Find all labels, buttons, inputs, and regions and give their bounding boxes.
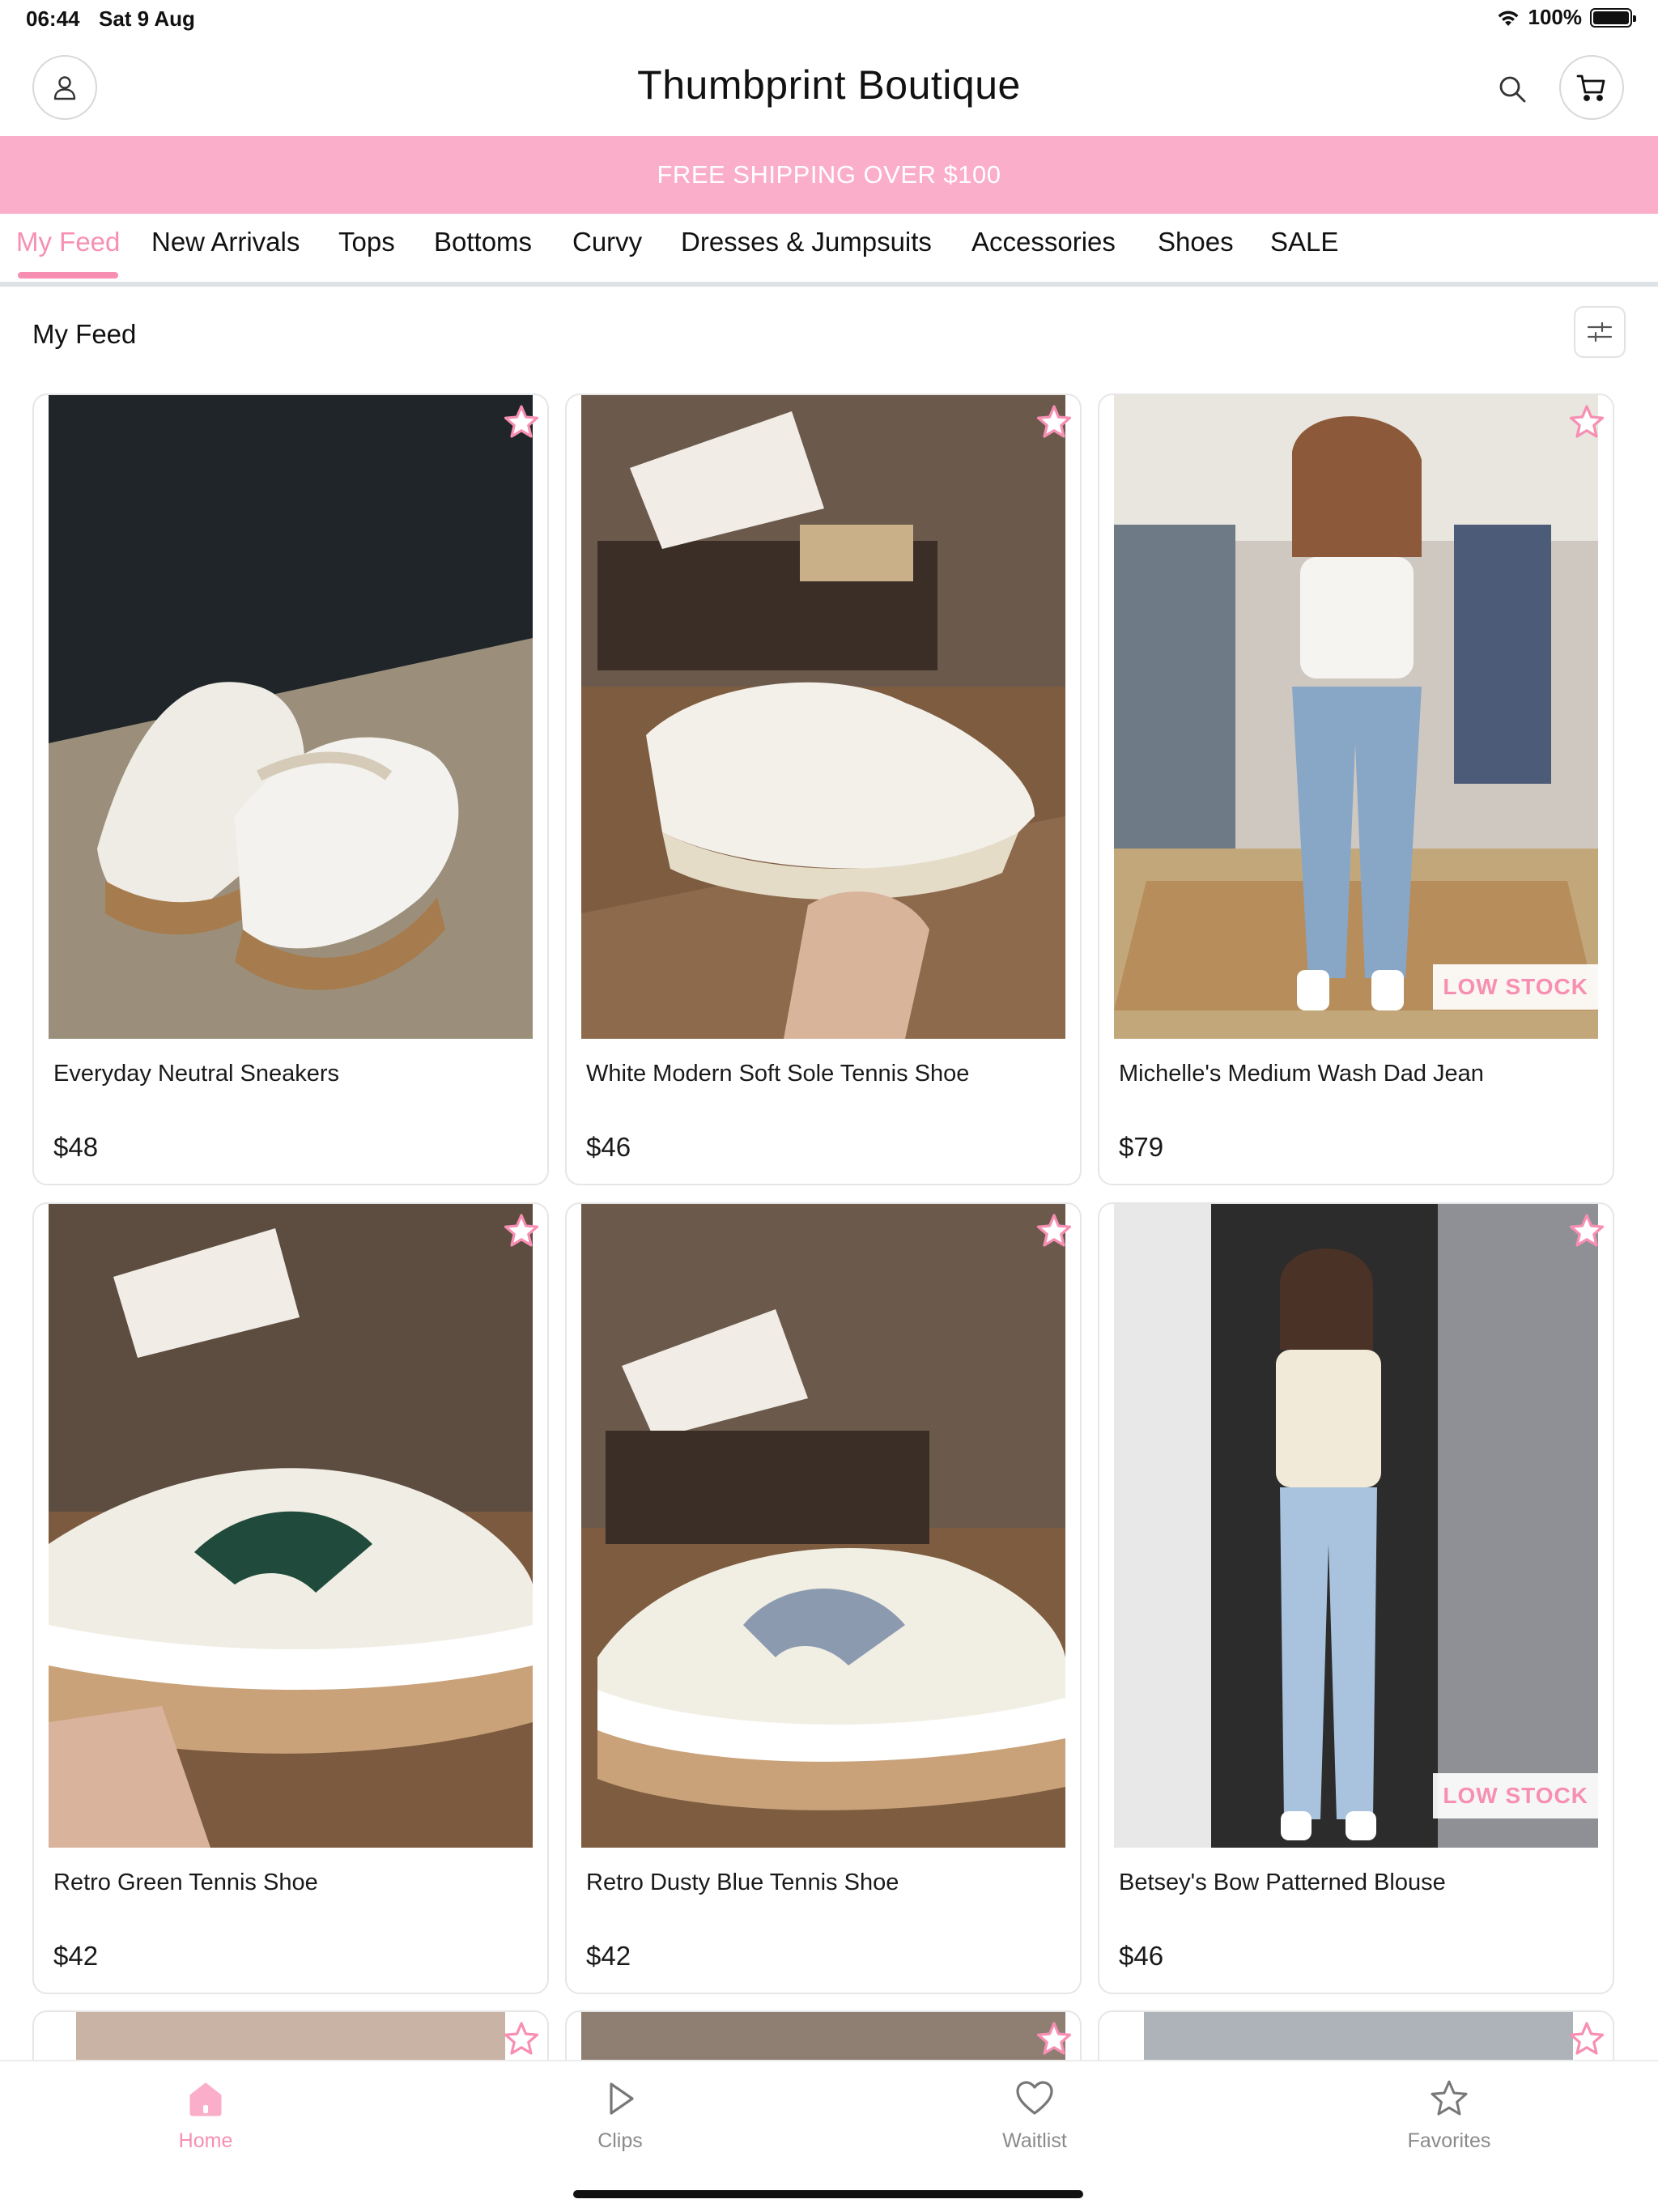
sliders-icon <box>1587 321 1613 342</box>
brand-title: Thumbprint Boutique <box>637 62 1021 108</box>
favorite-star-icon[interactable] <box>1567 403 1606 442</box>
status-time: 06:44 <box>26 6 80 31</box>
tab-my-feed[interactable]: My Feed <box>16 227 120 257</box>
favorite-star-icon[interactable] <box>1567 2020 1606 2059</box>
favorite-star-icon[interactable] <box>1035 1212 1073 1251</box>
section-title: My Feed <box>32 319 137 349</box>
product-price: $46 <box>586 1132 631 1162</box>
promo-banner[interactable]: FREE SHIPPING OVER $100 <box>0 136 1658 214</box>
product-name[interactable]: White Modern Soft Sole Tennis Shoe <box>586 1061 969 1087</box>
product-price: $79 <box>1119 1132 1164 1162</box>
product-card[interactable]: LOW STOCK Michelle's Medium Wash Dad Jea… <box>1098 393 1614 1185</box>
tab-curvy[interactable]: Curvy <box>572 227 642 257</box>
product-price: $48 <box>53 1132 99 1162</box>
tab-clips-label: Clips <box>597 2129 643 2152</box>
battery-icon <box>1590 7 1636 28</box>
tab-new-arrivals[interactable]: New Arrivals <box>151 227 300 257</box>
tab-favorites[interactable]: Favorites <box>1352 2078 1546 2153</box>
tab-tops[interactable]: Tops <box>338 227 395 257</box>
battery-percent: 100% <box>1528 5 1583 29</box>
product-image[interactable] <box>1114 1204 1598 1848</box>
tab-favorites-label: Favorites <box>1407 2129 1491 2152</box>
promo-banner-text: FREE SHIPPING OVER $100 <box>657 160 1001 189</box>
heart-icon <box>1016 2081 1053 2115</box>
product-image[interactable] <box>49 1204 533 1848</box>
wifi-icon <box>1498 11 1518 26</box>
product-price: $42 <box>586 1941 631 1971</box>
low-stock-badge-label: LOW STOCK <box>1443 1783 1588 1808</box>
favorite-star-icon[interactable] <box>1567 1212 1606 1251</box>
product-name[interactable]: Retro Green Tennis Shoe <box>53 1870 318 1896</box>
favorite-star-icon[interactable] <box>502 2020 541 2059</box>
product-card[interactable]: Everyday Neutral Sneakers $48 <box>32 393 549 1185</box>
search-icon <box>1499 76 1526 103</box>
favorite-star-icon[interactable] <box>502 403 541 442</box>
tab-home-label: Home <box>178 2129 233 2152</box>
favorite-star-icon[interactable] <box>1035 403 1073 442</box>
product-image[interactable] <box>581 1204 1065 1848</box>
play-icon <box>610 2082 634 2115</box>
product-card[interactable]: White Modern Soft Sole Tennis Shoe $46 <box>565 393 1082 1185</box>
status-bar: 06:44 Sat 9 Aug 100% <box>0 0 1658 39</box>
product-name[interactable]: Michelle's Medium Wash Dad Jean <box>1119 1061 1484 1087</box>
search-button[interactable] <box>1494 71 1530 107</box>
product-card[interactable]: LOW STOCK Betsey's Bow Patterned Blouse … <box>1098 1202 1614 1994</box>
status-date: Sat 9 Aug <box>99 6 195 31</box>
tab-sale[interactable]: SALE <box>1270 227 1338 257</box>
product-image[interactable] <box>581 395 1065 1039</box>
product-price: $46 <box>1119 1941 1164 1971</box>
cart-icon <box>1576 74 1605 101</box>
cart-button[interactable] <box>1559 55 1624 120</box>
home-indicator <box>573 2190 1083 2198</box>
product-image[interactable] <box>49 395 533 1039</box>
low-stock-badge: LOW STOCK <box>1433 1773 1598 1819</box>
tab-shoes[interactable]: Shoes <box>1158 227 1234 257</box>
tab-waitlist-label: Waitlist <box>1002 2129 1067 2152</box>
product-name[interactable]: Retro Dusty Blue Tennis Shoe <box>586 1870 899 1896</box>
category-nav: My Feed New Arrivals Tops Bottoms Curvy … <box>0 214 1658 287</box>
low-stock-badge: LOW STOCK <box>1433 964 1598 1010</box>
low-stock-badge-label: LOW STOCK <box>1443 974 1588 999</box>
product-card[interactable]: Retro Dusty Blue Tennis Shoe $42 <box>565 1202 1082 1994</box>
product-name[interactable]: Everyday Neutral Sneakers <box>53 1061 339 1087</box>
product-image[interactable] <box>1114 395 1598 1039</box>
star-icon <box>1431 2080 1468 2116</box>
tab-bottoms[interactable]: Bottoms <box>434 227 532 257</box>
tab-waitlist[interactable]: Waitlist <box>937 2078 1132 2153</box>
bottom-tab-bar: Home Clips Waitlist Favorites <box>0 2060 1658 2212</box>
product-name[interactable]: Betsey's Bow Patterned Blouse <box>1119 1870 1446 1896</box>
favorite-star-icon[interactable] <box>1035 2020 1073 2059</box>
product-price: $42 <box>53 1941 99 1971</box>
active-tab-indicator <box>18 272 118 279</box>
tab-clips[interactable]: Clips <box>523 2078 717 2153</box>
filter-button[interactable] <box>1574 306 1626 358</box>
tab-dresses-jumpsuits[interactable]: Dresses & Jumpsuits <box>681 227 932 257</box>
tab-accessories[interactable]: Accessories <box>971 227 1116 257</box>
tab-home[interactable]: Home <box>108 2078 303 2153</box>
product-card[interactable]: Retro Green Tennis Shoe $42 <box>32 1202 549 1994</box>
home-icon <box>189 2082 222 2116</box>
status-indicators: 100% <box>1496 5 1636 30</box>
app-header: Thumbprint Boutique <box>0 45 1658 136</box>
favorite-star-icon[interactable] <box>502 1212 541 1251</box>
